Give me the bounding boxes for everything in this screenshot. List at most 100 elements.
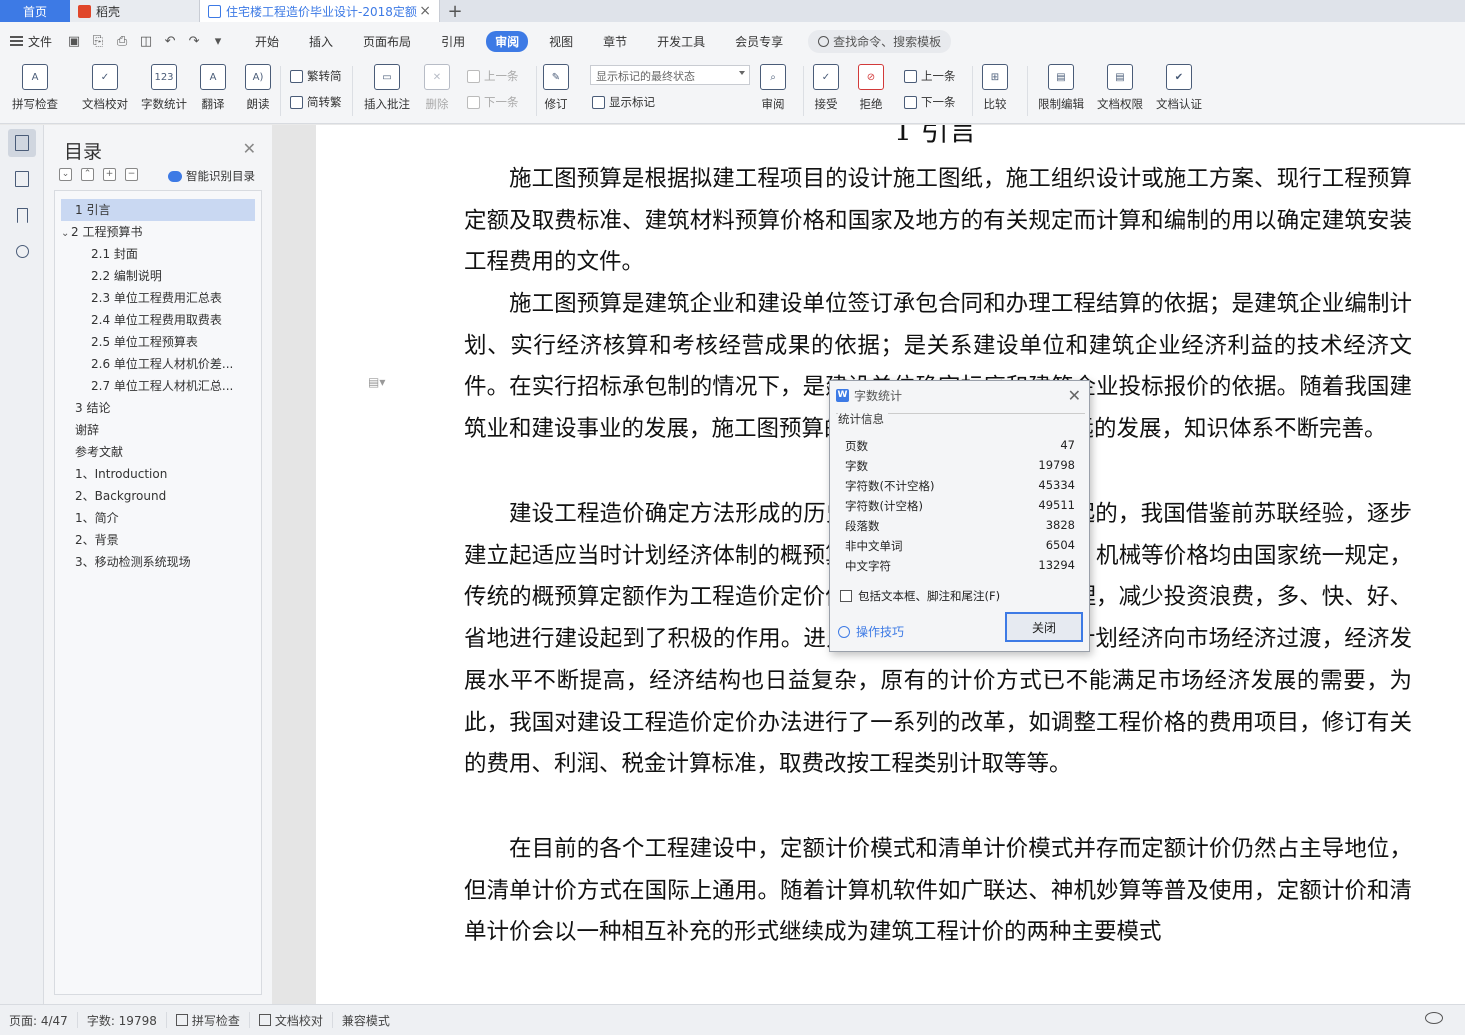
- convert-icon: [290, 95, 303, 109]
- doc-permission-button[interactable]: ▤ 文档权限: [1097, 64, 1143, 112]
- prev-change-button[interactable]: 上一条: [904, 68, 956, 84]
- toc-item[interactable]: 2.6 单位工程人材机价差...: [61, 353, 255, 375]
- reject-button[interactable]: ⊘ 拒绝: [858, 64, 884, 112]
- command-search-label: 查找命令、搜索模板: [833, 34, 942, 49]
- page-indicator[interactable]: 页面: 4/47: [0, 1012, 78, 1028]
- menu-references[interactable]: 引用: [432, 31, 474, 52]
- ribbon-divider: [280, 66, 281, 116]
- menu-home[interactable]: 开始: [246, 31, 288, 52]
- restrict-edit-button[interactable]: ▤ 限制编辑: [1038, 64, 1084, 112]
- next-icon: [467, 95, 480, 109]
- to-simplified-button[interactable]: 简转繁: [290, 94, 342, 110]
- menu-insert[interactable]: 插入: [300, 31, 342, 52]
- read-aloud-button[interactable]: A) 朗读: [245, 64, 271, 112]
- toc-item[interactable]: 2.4 单位工程费用取费表: [61, 309, 255, 331]
- prev-comment-button[interactable]: 上一条: [467, 68, 519, 84]
- tab-home[interactable]: 首页: [0, 0, 70, 22]
- toc-item[interactable]: 参考文献: [61, 441, 255, 463]
- toc-item[interactable]: 3、移动检测系统现场: [61, 551, 255, 573]
- menu-bar: 文件 ▣ ⎘ ⎙ ◫ ↶ ↷ ▾ 开始 插入 页面布局 引用 审阅 视图 章节 …: [0, 22, 1465, 60]
- include-textbox-checkbox[interactable]: 包括文本框、脚注和尾注(F): [840, 588, 1000, 604]
- toc-item[interactable]: 2.5 单位工程预算表: [61, 331, 255, 353]
- accept-button[interactable]: ✓ 接受: [813, 64, 839, 112]
- docer-icon: [78, 4, 91, 18]
- command-search[interactable]: 查找命令、搜索模板: [808, 29, 952, 53]
- toc-item[interactable]: 2.1 封面: [61, 243, 255, 265]
- word-count-button[interactable]: 123 字数统计: [141, 64, 187, 112]
- export-pdf-icon[interactable]: ⎘: [90, 34, 106, 49]
- print-icon[interactable]: ⎙: [114, 34, 130, 49]
- new-tab-button[interactable]: +: [440, 0, 470, 22]
- menu-member[interactable]: 会员专享: [726, 31, 792, 52]
- spell-check-button[interactable]: A 拼写检查: [12, 64, 58, 112]
- tips-link[interactable]: 操作技巧: [838, 623, 904, 640]
- stat-value: 49511: [1038, 498, 1075, 512]
- file-menu[interactable]: 文件: [10, 33, 52, 50]
- toc-item-label: 3、移动检测系统现场: [75, 555, 191, 569]
- chevron-down-icon[interactable]: ⌄: [61, 223, 71, 243]
- delete-comment-button[interactable]: ✕ 删除: [424, 64, 450, 112]
- margin-comment-icon[interactable]: ▤▾: [368, 375, 388, 389]
- bookmark-panel-toggle[interactable]: [8, 201, 36, 229]
- toc-item[interactable]: 2.3 单位工程费用汇总表: [61, 287, 255, 309]
- remove-heading-icon[interactable]: −: [125, 168, 138, 181]
- tab-close-icon[interactable]: ×: [419, 3, 431, 19]
- toc-item[interactable]: 2.7 单位工程人材机汇总...: [61, 375, 255, 397]
- word-count-indicator[interactable]: 字数: 19798: [78, 1012, 167, 1028]
- menu-review[interactable]: 审阅: [486, 30, 529, 52]
- spell-check-status[interactable]: 拼写检查: [167, 1012, 250, 1028]
- toc-item[interactable]: 1、Introduction: [61, 463, 255, 485]
- menu-section[interactable]: 章节: [594, 31, 636, 52]
- translate-button[interactable]: A 翻译: [200, 64, 226, 112]
- next-change-button[interactable]: 下一条: [904, 94, 956, 110]
- show-markup-button[interactable]: 显示标记: [592, 94, 655, 110]
- doc-certify-button[interactable]: ✔ 文档认证: [1156, 64, 1202, 112]
- menu-developer[interactable]: 开发工具: [648, 31, 714, 52]
- find-panel-toggle[interactable]: [8, 237, 36, 265]
- compare-button[interactable]: ⊞ 比较: [982, 64, 1008, 112]
- outline-panel-toggle[interactable]: [8, 165, 36, 193]
- tab-docer[interactable]: 稻壳: [70, 0, 200, 22]
- menu-view[interactable]: 视图: [540, 31, 582, 52]
- close-icon[interactable]: ✕: [1068, 386, 1081, 405]
- toc-item[interactable]: 2.2 编制说明: [61, 265, 255, 287]
- stat-value: 6504: [1045, 538, 1075, 552]
- redo-icon[interactable]: ↷: [186, 34, 202, 49]
- ribbon-divider: [536, 66, 537, 116]
- toc-panel-toggle[interactable]: [8, 129, 36, 157]
- close-button[interactable]: 关闭: [1005, 612, 1083, 642]
- customize-icon[interactable]: ▾: [210, 34, 226, 49]
- writer-app-icon: W: [836, 388, 849, 402]
- review-pane-button[interactable]: ⌕ 审阅: [760, 64, 786, 112]
- dialog-titlebar: W 字数统计 ✕: [830, 381, 1089, 409]
- toc-item[interactable]: ⌄ 2 工程预算书: [61, 221, 255, 243]
- eye-protection-icon[interactable]: [1425, 1012, 1443, 1024]
- track-changes-button[interactable]: ✎ 修订: [543, 64, 569, 112]
- smart-toc-button[interactable]: 智能识别目录: [168, 168, 255, 184]
- collapse-all-icon[interactable]: ⌄: [59, 168, 72, 181]
- print-preview-icon[interactable]: ◫: [138, 34, 154, 49]
- toc-item[interactable]: 2、Background: [61, 485, 255, 507]
- toc-item[interactable]: 2、背景: [61, 529, 255, 551]
- undo-icon[interactable]: ↶: [162, 34, 178, 49]
- add-heading-icon[interactable]: +: [103, 168, 116, 181]
- toc-item[interactable]: 谢辞: [61, 419, 255, 441]
- toc-item[interactable]: 1 引言: [61, 199, 255, 221]
- stat-row: 页数 47: [845, 438, 1075, 458]
- save-icon[interactable]: ▣: [66, 34, 82, 49]
- menu-page-layout[interactable]: 页面布局: [354, 31, 420, 52]
- toc-item[interactable]: 3 结论: [61, 397, 255, 419]
- tab-document[interactable]: 住宅楼工程造价毕业设计-2018定额 ×: [200, 0, 440, 22]
- expand-all-icon[interactable]: ⌃: [81, 168, 94, 181]
- close-icon[interactable]: ✕: [243, 139, 256, 158]
- tab-docer-label: 稻壳: [96, 4, 121, 19]
- stat-label: 段落数: [845, 519, 880, 533]
- next-comment-button[interactable]: 下一条: [467, 94, 519, 110]
- to-traditional-button[interactable]: 繁转简: [290, 68, 342, 84]
- markup-mode-select[interactable]: 显示标记的最终状态: [590, 65, 750, 85]
- doc-proof-status[interactable]: 文档校对: [250, 1012, 333, 1028]
- doc-proof-button[interactable]: ✓ 文档校对: [82, 64, 128, 112]
- toc-item[interactable]: 1、简介: [61, 507, 255, 529]
- toc-item-label: 2.7 单位工程人材机汇总...: [91, 379, 234, 393]
- insert-comment-button[interactable]: ▭ 插入批注: [364, 64, 410, 112]
